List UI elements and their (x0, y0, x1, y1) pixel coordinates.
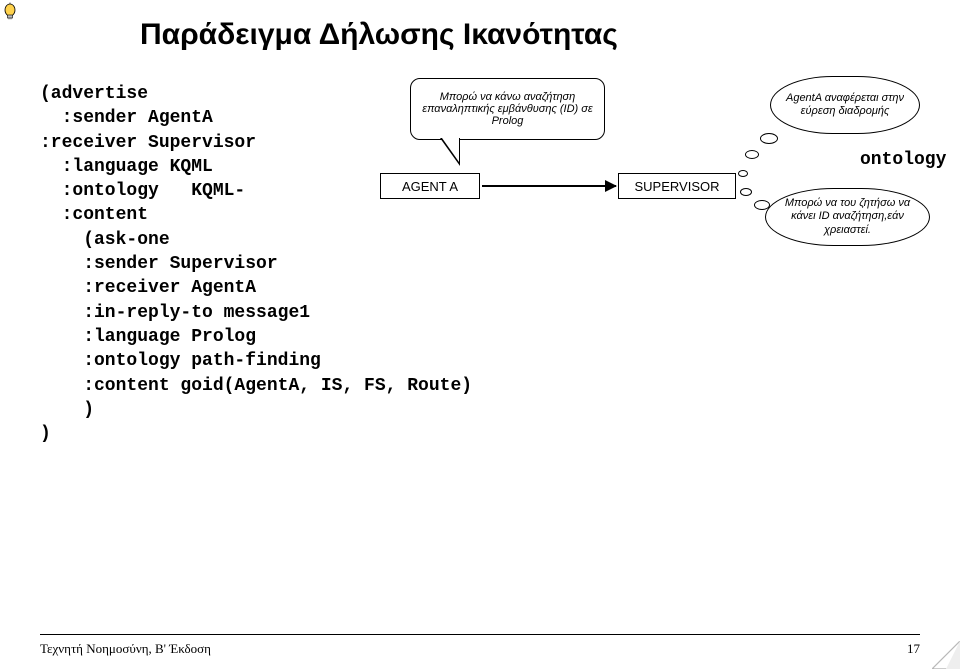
thought-trail-icon (738, 170, 748, 177)
thought-top-text: AgentA αναφέρεται στην εύρεση διαδρομής (781, 92, 909, 118)
ontology-label: ontology (860, 150, 946, 170)
agent-diagram: Μπορώ να κάνω αναζήτηση επαναληπτικής εμ… (370, 78, 930, 318)
supervisor-box: SUPERVISOR (618, 173, 736, 199)
agent-box: AGENT A (380, 173, 480, 199)
page-curl-icon (932, 641, 960, 669)
footer-divider (40, 634, 920, 635)
lightbulb-icon (2, 2, 18, 24)
supervisor-label: SUPERVISOR (634, 179, 719, 194)
agent-label: AGENT A (402, 179, 458, 194)
thought-trail-icon (760, 133, 778, 144)
thought-bubble-top: AgentA αναφέρεται στην εύρεση διαδρομής (770, 76, 920, 134)
thought-trail-icon (745, 150, 759, 159)
page-number: 17 (907, 641, 920, 657)
arrow-right-icon (482, 185, 616, 187)
footer-source: Τεχνητή Νοημοσύνη, B' Έκδοση (40, 641, 211, 657)
slide-title: Παράδειγμα Δήλωσης Ικανότητας (140, 18, 920, 52)
speech-text: Μπορώ να κάνω αναζήτηση επαναληπτικής εμ… (417, 91, 598, 127)
speech-bubble: Μπορώ να κάνω αναζήτηση επαναληπτικής εμ… (410, 78, 605, 140)
thought-bottom-text: Μπορώ να του ζητήσω να κάνει ID αναζήτησ… (776, 197, 919, 237)
thought-trail-icon (740, 188, 752, 196)
thought-bubble-bottom: Μπορώ να του ζητήσω να κάνει ID αναζήτησ… (765, 188, 930, 246)
